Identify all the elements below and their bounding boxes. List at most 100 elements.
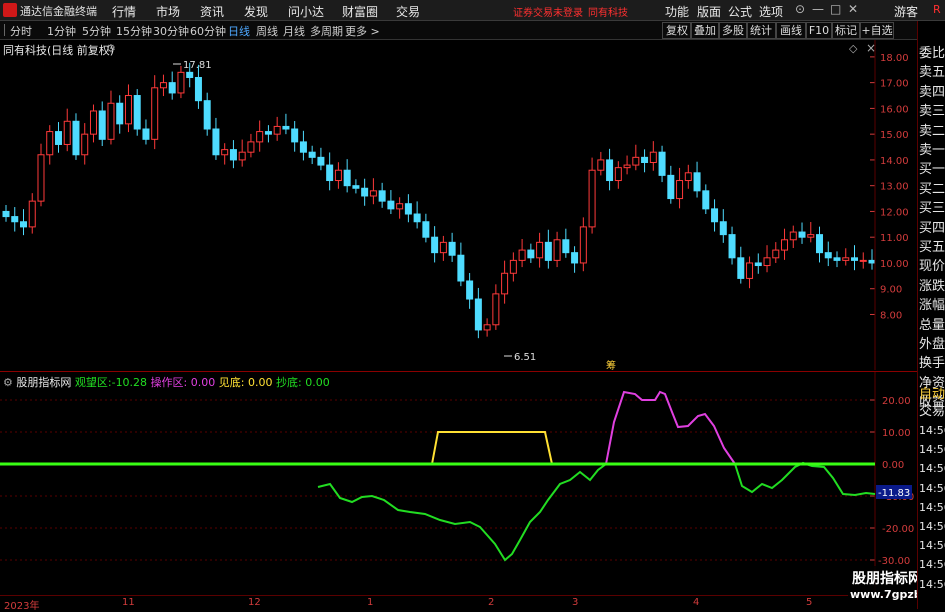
date-label-apr: 4 [693,597,700,608]
menu-function[interactable]: 功能 [665,3,689,20]
price-tick-label: 9.00 [880,285,902,296]
auto-label[interactable]: 自动 [919,388,945,402]
period-timeshare[interactable]: 分时 [10,23,32,39]
candle [124,84,132,133]
candle [151,75,159,150]
candle [649,141,657,171]
multi-stock-button[interactable]: 多股 [718,22,748,39]
candle [221,143,229,165]
login-notice[interactable]: 证券交易未登录 [513,4,583,19]
maximize-icon[interactable]: □ [830,2,841,16]
side-panel-item[interactable]: 买四 [919,221,945,236]
side-panel-item[interactable]: 买三 [919,202,945,216]
candle [868,249,876,270]
chip-marker[interactable]: 筹 [606,359,616,370]
side-panel-item[interactable]: 换手 [919,357,945,371]
max-price-label: 17.81 [173,60,212,71]
price-tick-label: 17.00 [880,79,909,90]
candle [492,284,500,330]
side-panel-item[interactable]: 外盘 [919,338,945,352]
close-icon[interactable]: ✕ [848,2,858,16]
period-daily[interactable]: 日线 [228,23,250,39]
guest-label[interactable]: 游客 [894,3,918,20]
candle [833,251,841,268]
period-60min[interactable]: 60分钟 [190,23,226,39]
statistics-button[interactable]: 统计 [746,22,776,39]
menu-discover[interactable]: 发现 [244,3,268,20]
indicator-tick-label: 0.00 [882,460,904,471]
customer-service-icon[interactable]: ⊙ [795,2,805,16]
menu-wealth-circle[interactable]: 财富圈 [342,3,378,20]
candle [789,225,797,249]
minimize-icon[interactable]: — [812,2,824,16]
candle [247,133,255,158]
side-panel-item[interactable]: 涨幅 [919,299,945,313]
time-item: 14:56 [919,481,945,495]
draw-line-button[interactable]: 画线 [776,22,806,39]
mark-button[interactable]: 标记 [832,22,860,39]
side-panel-item[interactable]: 现价 [919,260,945,274]
menu-formula[interactable]: 公式 [728,3,752,20]
menu-news[interactable]: 资讯 [200,3,224,20]
current-value: -11.83 [878,488,910,499]
overlay-button[interactable]: 叠加 [690,22,720,39]
candle [754,253,762,274]
candle [527,243,535,263]
candle [11,207,19,232]
adjust-button[interactable]: 复权 [662,22,692,39]
candle [396,197,404,219]
candle [562,228,570,258]
period-more[interactable]: 更多 > [345,23,380,39]
trade-label[interactable]: 交易 [919,405,945,419]
side-panel-item[interactable]: 卖五 [919,66,945,80]
add-favorite-button[interactable]: +自选 [860,22,894,39]
period-multi[interactable]: 多周期 [310,23,343,39]
side-panel-item[interactable]: 卖二 [919,124,945,139]
watch-line-right [734,461,876,497]
menu-market[interactable]: 市场 [156,3,180,20]
side-panel-item[interactable]: 涨跌 [919,279,945,294]
side-panel-item[interactable]: 卖四 [919,85,945,100]
date-label-2023: 2023年 [4,601,40,612]
candle [859,252,867,269]
price-tick-label: 12.00 [880,207,909,218]
side-panel-item[interactable]: 买二 [919,182,945,197]
menu-trade[interactable]: 交易 [396,3,420,20]
candle [81,123,89,165]
candle [282,113,290,135]
candle [159,74,167,97]
menu-market-quotes[interactable]: 行情 [112,3,136,20]
candle [667,165,675,204]
right-corner-r[interactable]: R [933,3,941,16]
side-panel-item[interactable]: 总量 [919,318,945,333]
candle [544,229,552,269]
divider [4,24,5,36]
candle [728,226,736,265]
candle [133,89,141,136]
indicator-chart[interactable]: 20.0010.000.00-10.00-20.00-30.00 -11.83 [0,372,917,594]
side-panel-item[interactable]: 委比 [919,47,945,61]
candle [116,95,124,134]
menu-layout[interactable]: 版面 [697,3,721,20]
period-15min[interactable]: 15分钟 [116,23,152,39]
period-1min[interactable]: 1分钟 [47,23,76,39]
menu-options[interactable]: 选项 [759,3,783,20]
period-monthly[interactable]: 月线 [283,23,305,39]
candle [334,162,342,189]
period-5min[interactable]: 5分钟 [82,23,111,39]
menu-ask-xiaoda[interactable]: 问小达 [288,3,324,20]
side-panel-item[interactable]: 卖一 [919,144,945,158]
side-panel-item[interactable]: 买五 [919,241,945,255]
candle [763,245,771,273]
price-chart[interactable]: 18.00 17.00 16.00 15.00 14.00 13.00 12.00 11.00… [0,40,917,370]
candle [107,90,115,145]
f10-button[interactable]: F10 [806,22,832,39]
candle [413,201,421,229]
candle [711,199,719,232]
period-weekly[interactable]: 周线 [256,23,278,39]
price-tick-label: 10.00 [880,259,909,270]
period-30min[interactable]: 30分钟 [153,23,189,39]
side-panel-item[interactable]: 买一 [919,163,945,177]
candle [273,116,281,141]
side-panel-item[interactable]: 卖三 [919,105,945,119]
